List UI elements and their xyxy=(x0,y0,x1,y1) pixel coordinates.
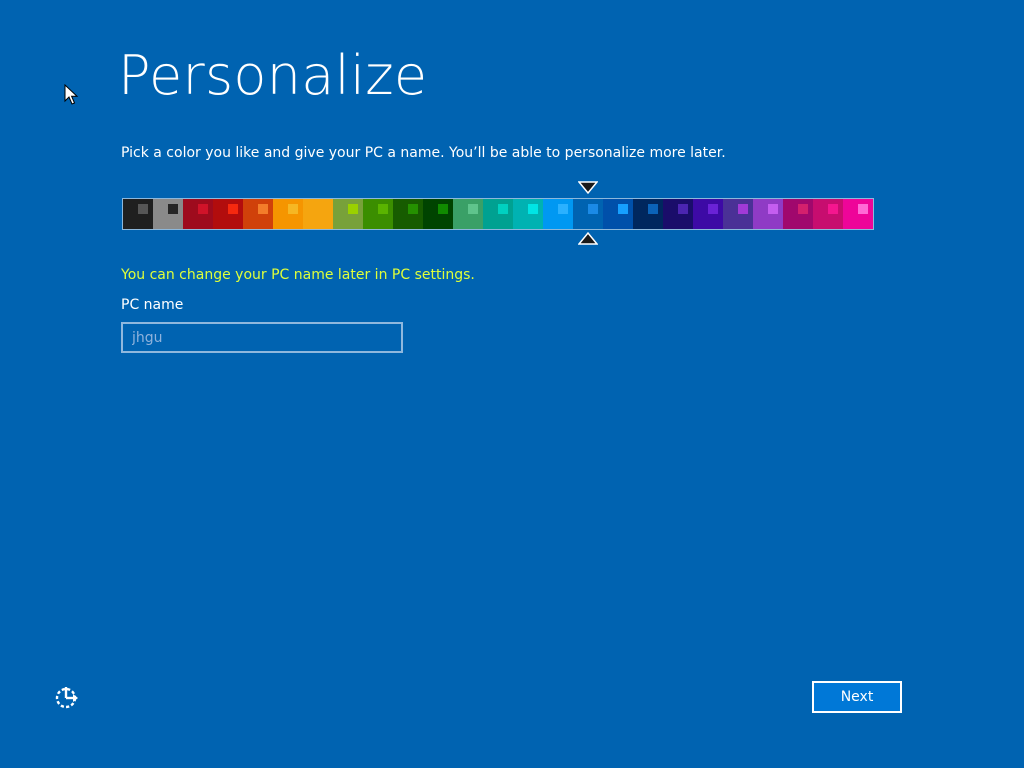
color-picker[interactable] xyxy=(122,178,874,250)
color-swatch[interactable] xyxy=(303,199,333,229)
color-swatch-accent xyxy=(198,204,208,214)
color-swatch-accent xyxy=(288,204,298,214)
color-swatch[interactable] xyxy=(513,199,543,229)
color-swatch-accent xyxy=(768,204,778,214)
color-swatch[interactable] xyxy=(663,199,693,229)
color-swatch-accent xyxy=(168,204,178,214)
color-swatch-accent xyxy=(378,204,388,214)
color-swatch-accent xyxy=(438,204,448,214)
color-swatch[interactable] xyxy=(273,199,303,229)
color-swatch-accent xyxy=(318,204,328,214)
arrow-cursor-icon xyxy=(64,84,79,105)
page-title: Personalize xyxy=(118,44,428,107)
selection-marker-bottom-icon xyxy=(578,231,598,245)
color-swatch-accent xyxy=(138,204,148,214)
color-swatch-accent xyxy=(228,204,238,214)
color-swatch-accent xyxy=(618,204,628,214)
color-swatch[interactable] xyxy=(543,199,573,229)
color-swatch-accent xyxy=(858,204,868,214)
color-swatch-accent xyxy=(348,204,358,214)
color-swatch[interactable] xyxy=(243,199,273,229)
color-swatch[interactable] xyxy=(183,199,213,229)
color-swatch-accent xyxy=(528,204,538,214)
color-swatch[interactable] xyxy=(633,199,663,229)
color-palette-strip[interactable] xyxy=(122,198,874,230)
color-swatch-accent xyxy=(558,204,568,214)
color-swatch-accent xyxy=(648,204,658,214)
pc-name-notice: You can change your PC name later in PC … xyxy=(121,267,475,283)
color-swatch[interactable] xyxy=(723,199,753,229)
color-swatch[interactable] xyxy=(423,199,453,229)
color-swatch[interactable] xyxy=(813,199,843,229)
color-swatch-accent xyxy=(738,204,748,214)
color-swatch[interactable] xyxy=(123,199,153,229)
color-swatch-accent xyxy=(468,204,478,214)
color-swatch-accent xyxy=(678,204,688,214)
color-swatch[interactable] xyxy=(603,199,633,229)
color-swatch-accent xyxy=(258,204,268,214)
page-subtitle: Pick a color you like and give your PC a… xyxy=(121,145,726,161)
color-swatch[interactable] xyxy=(453,199,483,229)
personalize-page: Personalize Pick a color you like and gi… xyxy=(0,0,1024,768)
color-swatch[interactable] xyxy=(393,199,423,229)
next-button[interactable]: Next xyxy=(812,681,902,713)
color-swatch-accent xyxy=(498,204,508,214)
color-swatch[interactable] xyxy=(363,199,393,229)
color-swatch[interactable] xyxy=(783,199,813,229)
color-swatch[interactable] xyxy=(693,199,723,229)
color-swatch[interactable] xyxy=(573,199,603,229)
color-swatch[interactable] xyxy=(213,199,243,229)
color-swatch-accent xyxy=(588,204,598,214)
pc-name-input[interactable] xyxy=(121,322,403,353)
color-swatch-accent xyxy=(828,204,838,214)
color-swatch-accent xyxy=(408,204,418,214)
color-swatch[interactable] xyxy=(843,199,873,229)
color-swatch[interactable] xyxy=(483,199,513,229)
selection-marker-top-icon xyxy=(578,181,598,195)
pc-name-label: PC name xyxy=(121,297,184,313)
color-swatch-accent xyxy=(708,204,718,214)
color-swatch-accent xyxy=(798,204,808,214)
color-swatch[interactable] xyxy=(753,199,783,229)
color-swatch[interactable] xyxy=(153,199,183,229)
color-swatch[interactable] xyxy=(333,199,363,229)
ease-of-access-icon[interactable] xyxy=(52,684,80,712)
